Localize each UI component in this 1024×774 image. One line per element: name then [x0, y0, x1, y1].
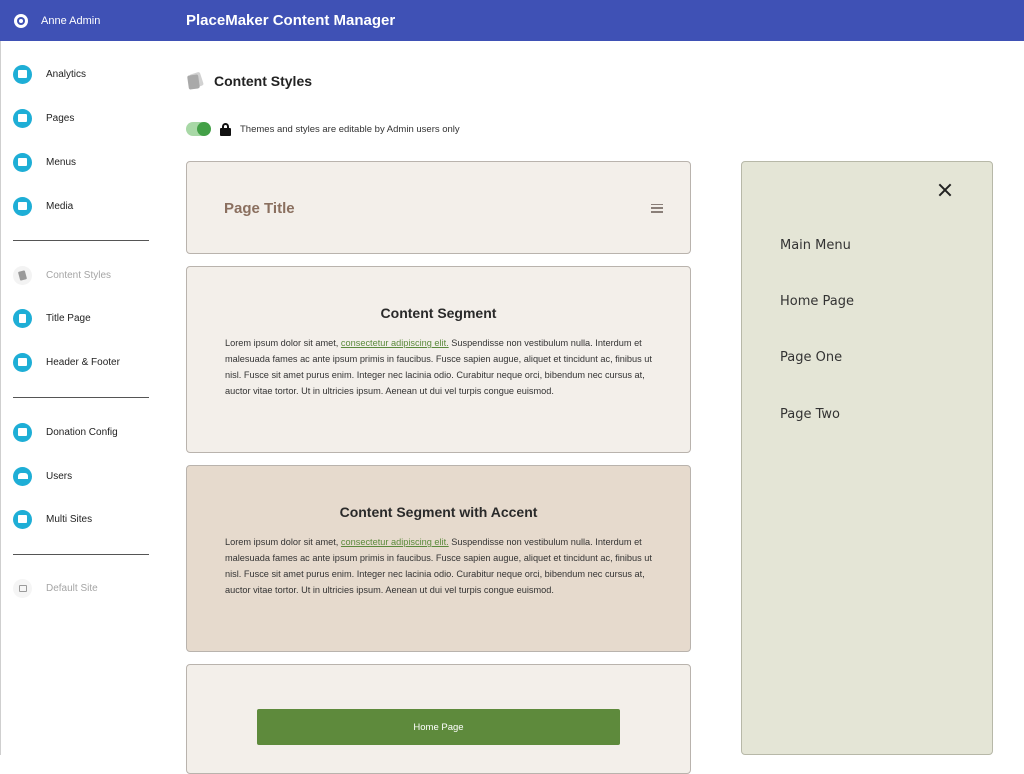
hamburger-menu-icon[interactable] — [651, 203, 663, 213]
segment-text: Lorem ipsum dolor sit amet, — [225, 537, 341, 547]
page-title: Content Styles — [214, 73, 313, 89]
sidebar-item-label: Menus — [46, 156, 77, 168]
sidebar-item-label: Media — [46, 200, 74, 212]
site-icon — [13, 578, 32, 598]
user-name: Anne Admin — [41, 14, 101, 27]
content-styles-icon — [186, 71, 204, 90]
header-footer-icon — [13, 352, 32, 372]
accent-segment-title: Content Segment with Accent — [339, 504, 538, 520]
page-heading: Content Styles — [186, 71, 313, 90]
donation-icon — [13, 422, 32, 442]
content-styles-icon — [13, 265, 32, 285]
accent-segment-body: Lorem ipsum dolor sit amet, consectetur … — [187, 534, 690, 598]
lock-icon — [220, 122, 231, 136]
analytics-icon — [13, 64, 32, 84]
sidebar-item-pages[interactable]: Pages — [13, 107, 74, 129]
sidebar-item-label: Default Site — [46, 582, 98, 594]
content-segment-preview: Content Segment Lorem ipsum dolor sit am… — [186, 266, 691, 453]
admin-only-setting: Themes and styles are editable by Admin … — [186, 122, 460, 136]
close-icon[interactable] — [937, 182, 953, 198]
sidebar-item-multi-sites[interactable]: Multi Sites — [13, 508, 92, 530]
accent-segment-preview: Content Segment with Accent Lorem ipsum … — [186, 465, 691, 652]
button-preview: Home Page — [186, 664, 691, 774]
sidebar-item-content-styles[interactable]: Content Styles — [13, 264, 111, 286]
sidebar-item-label: Header & Footer — [46, 356, 120, 368]
multi-sites-icon — [13, 509, 32, 529]
sidebar-item-label: Title Page — [46, 312, 91, 324]
sidebar-item-title-page[interactable]: Title Page — [13, 307, 91, 329]
menu-item-main-menu[interactable]: Main Menu — [780, 238, 851, 253]
top-app-bar: Anne Admin PlaceMaker Content Manager — [0, 0, 1024, 41]
sidebar-item-label: Users — [46, 470, 73, 482]
sidebar-item-analytics[interactable]: Analytics — [13, 63, 86, 85]
sidebar-divider — [13, 397, 149, 398]
sidebar-divider — [13, 554, 149, 555]
menu-item-page-two[interactable]: Page Two — [780, 407, 840, 422]
avatar-icon — [14, 13, 28, 28]
admin-only-toggle[interactable] — [186, 122, 211, 136]
segment-body: Lorem ipsum dolor sit amet, consectetur … — [187, 335, 690, 399]
sidebar-item-label: Multi Sites — [46, 513, 93, 525]
sidebar-item-donation-config[interactable]: Donation Config — [13, 421, 118, 443]
sidebar-item-header-footer[interactable]: Header & Footer — [13, 351, 120, 373]
users-icon — [13, 466, 32, 486]
segment-text: Lorem ipsum dolor sit amet, — [225, 338, 341, 348]
page-title-preview: Page Title — [186, 161, 691, 254]
pages-icon — [13, 108, 32, 128]
sidebar-item-label: Donation Config — [46, 426, 118, 438]
app-title: PlaceMaker Content Manager — [186, 12, 396, 29]
menu-icon — [13, 152, 32, 172]
sidebar-item-menus[interactable]: Menus — [13, 151, 76, 173]
title-page-icon — [13, 308, 32, 328]
home-page-button[interactable]: Home Page — [257, 709, 620, 745]
media-icon — [13, 196, 32, 216]
sidebar-item-label: Pages — [46, 112, 75, 124]
sidebar-item-media[interactable]: Media — [13, 195, 73, 217]
sidebar-item-label: Content Styles — [46, 269, 112, 281]
segment-title: Content Segment — [380, 305, 497, 321]
sidebar-item-label: Analytics — [46, 68, 87, 80]
sidebar-divider — [13, 240, 149, 241]
sidebar-item-users[interactable]: Users — [13, 465, 72, 487]
user-menu[interactable]: Anne Admin — [0, 0, 170, 41]
sidebar: Analytics Pages Menus Media Content Styl… — [0, 41, 160, 755]
sidebar-item-default-site[interactable]: Default Site — [13, 577, 98, 599]
menu-item-home-page[interactable]: Home Page — [780, 294, 854, 309]
accent-segment-link[interactable]: consectetur adipiscing elit. — [341, 537, 449, 547]
segment-link[interactable]: consectetur adipiscing elit. — [341, 338, 449, 348]
menu-preview-panel: Main Menu Home Page Page One Page Two — [741, 161, 993, 755]
menu-item-page-one[interactable]: Page One — [780, 350, 842, 365]
admin-only-label: Themes and styles are editable by Admin … — [240, 123, 460, 135]
preview-page-title: Page Title — [224, 199, 295, 217]
